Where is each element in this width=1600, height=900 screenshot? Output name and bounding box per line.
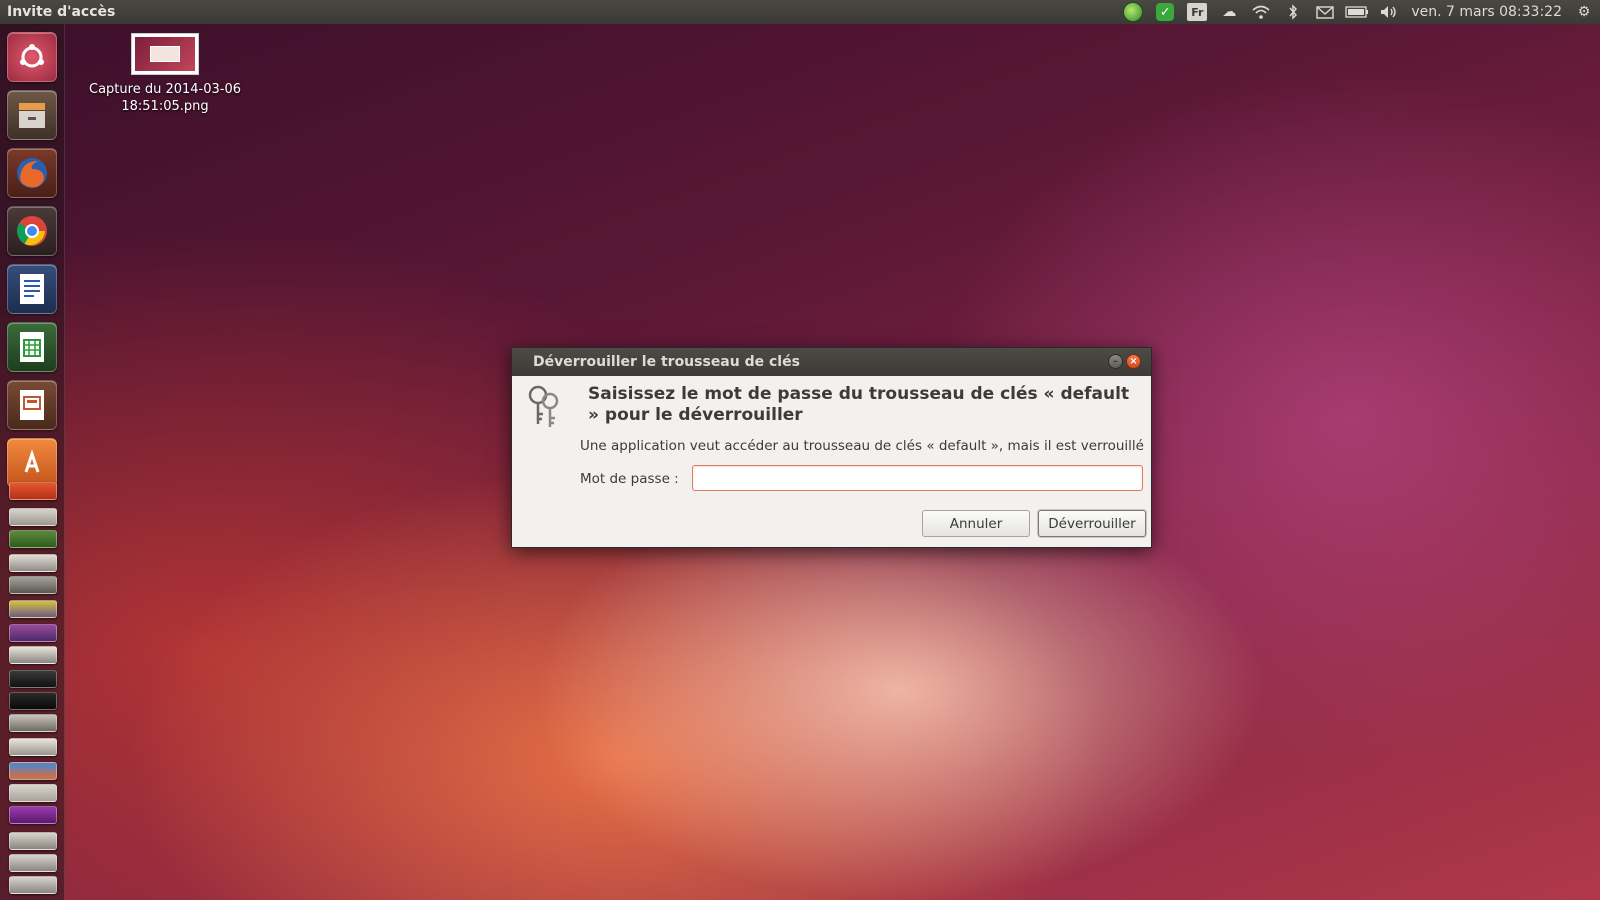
password-input[interactable] xyxy=(692,465,1143,491)
dialog-body: Saisissez le mot de passe du trousseau d… xyxy=(512,376,1151,549)
cancel-button[interactable]: Annuler xyxy=(922,510,1030,537)
launcher-stacked-item[interactable] xyxy=(9,692,57,710)
close-button[interactable]: × xyxy=(1126,354,1141,369)
app-title: Invite d'accès xyxy=(7,4,116,20)
launcher-stacked-item[interactable] xyxy=(9,530,57,548)
indicator-tray: ✓ Fr ☁ ven. 7 mars 08:33:22 ⚙ xyxy=(1117,0,1600,24)
launcher-stacked-item[interactable] xyxy=(9,670,57,688)
window-controls: – × xyxy=(1108,354,1141,369)
firefox-icon[interactable] xyxy=(7,148,57,198)
launcher-stacked-item[interactable] xyxy=(9,854,57,872)
libreoffice-calc-icon[interactable] xyxy=(7,322,57,372)
launcher-stacked-item[interactable] xyxy=(9,714,57,732)
launcher-stacked-item[interactable] xyxy=(9,482,57,500)
dialog-titlebar[interactable]: Déverrouiller le trousseau de clés – × xyxy=(512,348,1151,376)
top-panel: Invite d'accès ✓ Fr ☁ ven. 7 mars 08:33:… xyxy=(0,0,1600,24)
bluetooth-icon[interactable] xyxy=(1281,0,1305,24)
settings-gear-icon[interactable]: ⚙ xyxy=(1572,0,1596,24)
launcher xyxy=(0,24,65,900)
launcher-stacked-item[interactable] xyxy=(9,646,57,664)
dialog-heading: Saisissez le mot de passe du trousseau d… xyxy=(588,384,1130,425)
launcher-stacked-item[interactable] xyxy=(9,738,57,756)
wifi-icon[interactable] xyxy=(1249,0,1273,24)
network-globe-icon[interactable] xyxy=(1121,0,1145,24)
libreoffice-impress-icon[interactable] xyxy=(7,380,57,430)
update-check-icon[interactable]: ✓ xyxy=(1153,0,1177,24)
files-icon[interactable] xyxy=(7,90,57,140)
software-center-icon[interactable] xyxy=(7,438,57,488)
launcher-stacked-item[interactable] xyxy=(9,762,57,780)
clock[interactable]: ven. 7 mars 08:33:22 xyxy=(1411,0,1562,24)
desktop-file-label: Capture du 2014-03-06 18:51:05.png xyxy=(89,82,241,114)
volume-icon[interactable] xyxy=(1377,0,1401,24)
dialog-description: Une application veut accéder au troussea… xyxy=(580,438,1144,454)
mail-icon[interactable] xyxy=(1313,0,1337,24)
launcher-stacked-item[interactable] xyxy=(9,554,57,572)
unlock-keyring-dialog: Déverrouiller le trousseau de clés – × S… xyxy=(511,347,1152,548)
keyboard-language-indicator[interactable]: Fr xyxy=(1185,0,1209,24)
desktop-file-icon[interactable]: Capture du 2014-03-06 18:51:05.png xyxy=(88,33,242,115)
launcher-stacked-item[interactable] xyxy=(9,784,57,802)
libreoffice-writer-icon[interactable] xyxy=(7,264,57,314)
battery-icon[interactable] xyxy=(1345,0,1369,24)
launcher-stacked-item[interactable] xyxy=(9,576,57,594)
image-thumbnail-icon xyxy=(131,33,199,75)
launcher-stacked-item[interactable] xyxy=(9,600,57,618)
chrome-icon[interactable] xyxy=(7,206,57,256)
dialog-title: Déverrouiller le trousseau de clés xyxy=(533,354,800,370)
launcher-stacked-item[interactable] xyxy=(9,624,57,642)
launcher-stacked-item[interactable] xyxy=(9,508,57,526)
launcher-stacked-item[interactable] xyxy=(9,876,57,894)
launcher-stacked-item[interactable] xyxy=(9,806,57,824)
dash-home-icon[interactable] xyxy=(7,32,57,82)
launcher-stacked-item[interactable] xyxy=(9,832,57,850)
cloud-icon[interactable]: ☁ xyxy=(1217,0,1241,24)
unlock-button[interactable]: Déverrouiller xyxy=(1038,510,1146,537)
password-label: Mot de passe : xyxy=(580,471,679,487)
minimize-button[interactable]: – xyxy=(1108,354,1123,369)
keys-icon xyxy=(524,384,564,430)
